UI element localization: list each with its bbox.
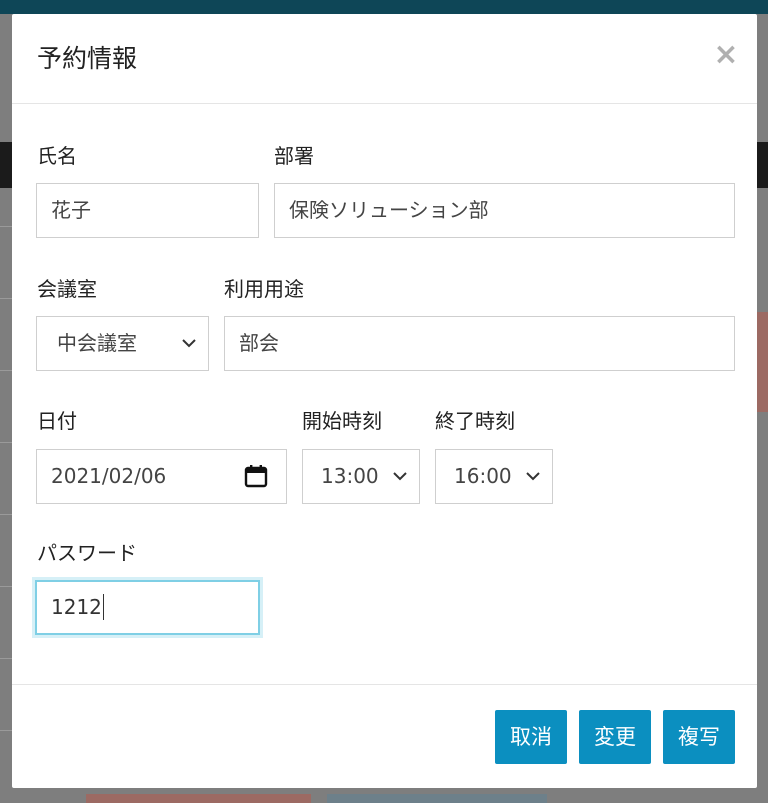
end-time-value: 16:00 [454, 464, 512, 488]
purpose-input[interactable]: 部会 [224, 316, 735, 371]
background-row-line [0, 514, 12, 515]
room-label: 会議室 [37, 277, 97, 301]
room-select[interactable]: 中会議室 [36, 316, 209, 371]
cancel-button[interactable]: 取消 [495, 710, 567, 764]
background-bottom-strip [0, 788, 768, 803]
background-row-line [0, 442, 12, 443]
name-input[interactable]: 花子 [36, 183, 259, 238]
background-row-line [0, 298, 12, 299]
background-reservation-block [327, 794, 547, 803]
background-left-strip [0, 14, 12, 803]
footer-divider [12, 684, 757, 685]
date-input[interactable]: 2021/02/06 [36, 449, 287, 504]
background-row-line [0, 730, 12, 731]
background-header-band [0, 142, 12, 188]
close-icon[interactable]: × [712, 38, 740, 72]
department-input[interactable]: 保険ソリューション部 [274, 183, 735, 238]
background-row-line [0, 658, 12, 659]
start-time-select[interactable]: 13:00 [302, 449, 420, 504]
end-time-select[interactable]: 16:00 [435, 449, 553, 504]
background-right-strip [757, 14, 768, 803]
date-value: 2021/02/06 [51, 464, 167, 488]
name-label: 氏名 [37, 144, 77, 168]
background-top-bar [0, 0, 768, 14]
background-reservation-block [86, 794, 311, 803]
chevron-down-icon [393, 472, 407, 481]
start-time-label: 開始時刻 [302, 409, 382, 433]
background-header-band [757, 142, 768, 188]
password-value: 1212 [51, 595, 102, 619]
modal-header: 予約情報 × [12, 14, 757, 104]
start-time-value: 13:00 [321, 464, 379, 488]
background-reservation-block [757, 312, 768, 412]
background-row-line [0, 370, 12, 371]
chevron-down-icon [526, 472, 540, 481]
password-label: パスワード [37, 541, 137, 565]
reservation-modal: 予約情報 × 氏名 花子 部署 保険ソリューション部 会議室 中会議室 利用用途… [12, 14, 757, 788]
date-label: 日付 [37, 409, 77, 433]
end-time-label: 終了時刻 [435, 409, 515, 433]
copy-button[interactable]: 複写 [663, 710, 735, 764]
background-row-line [0, 586, 12, 587]
chevron-down-icon [182, 339, 196, 348]
calendar-icon[interactable] [244, 464, 268, 488]
change-button[interactable]: 変更 [579, 710, 651, 764]
room-select-value: 中会議室 [57, 331, 137, 355]
department-label: 部署 [274, 144, 314, 168]
text-caret [102, 593, 104, 620]
password-input[interactable]: 1212 [35, 580, 260, 635]
purpose-label: 利用用途 [224, 277, 304, 301]
background-row-line [0, 226, 12, 227]
modal-title: 予約情報 [37, 44, 138, 73]
